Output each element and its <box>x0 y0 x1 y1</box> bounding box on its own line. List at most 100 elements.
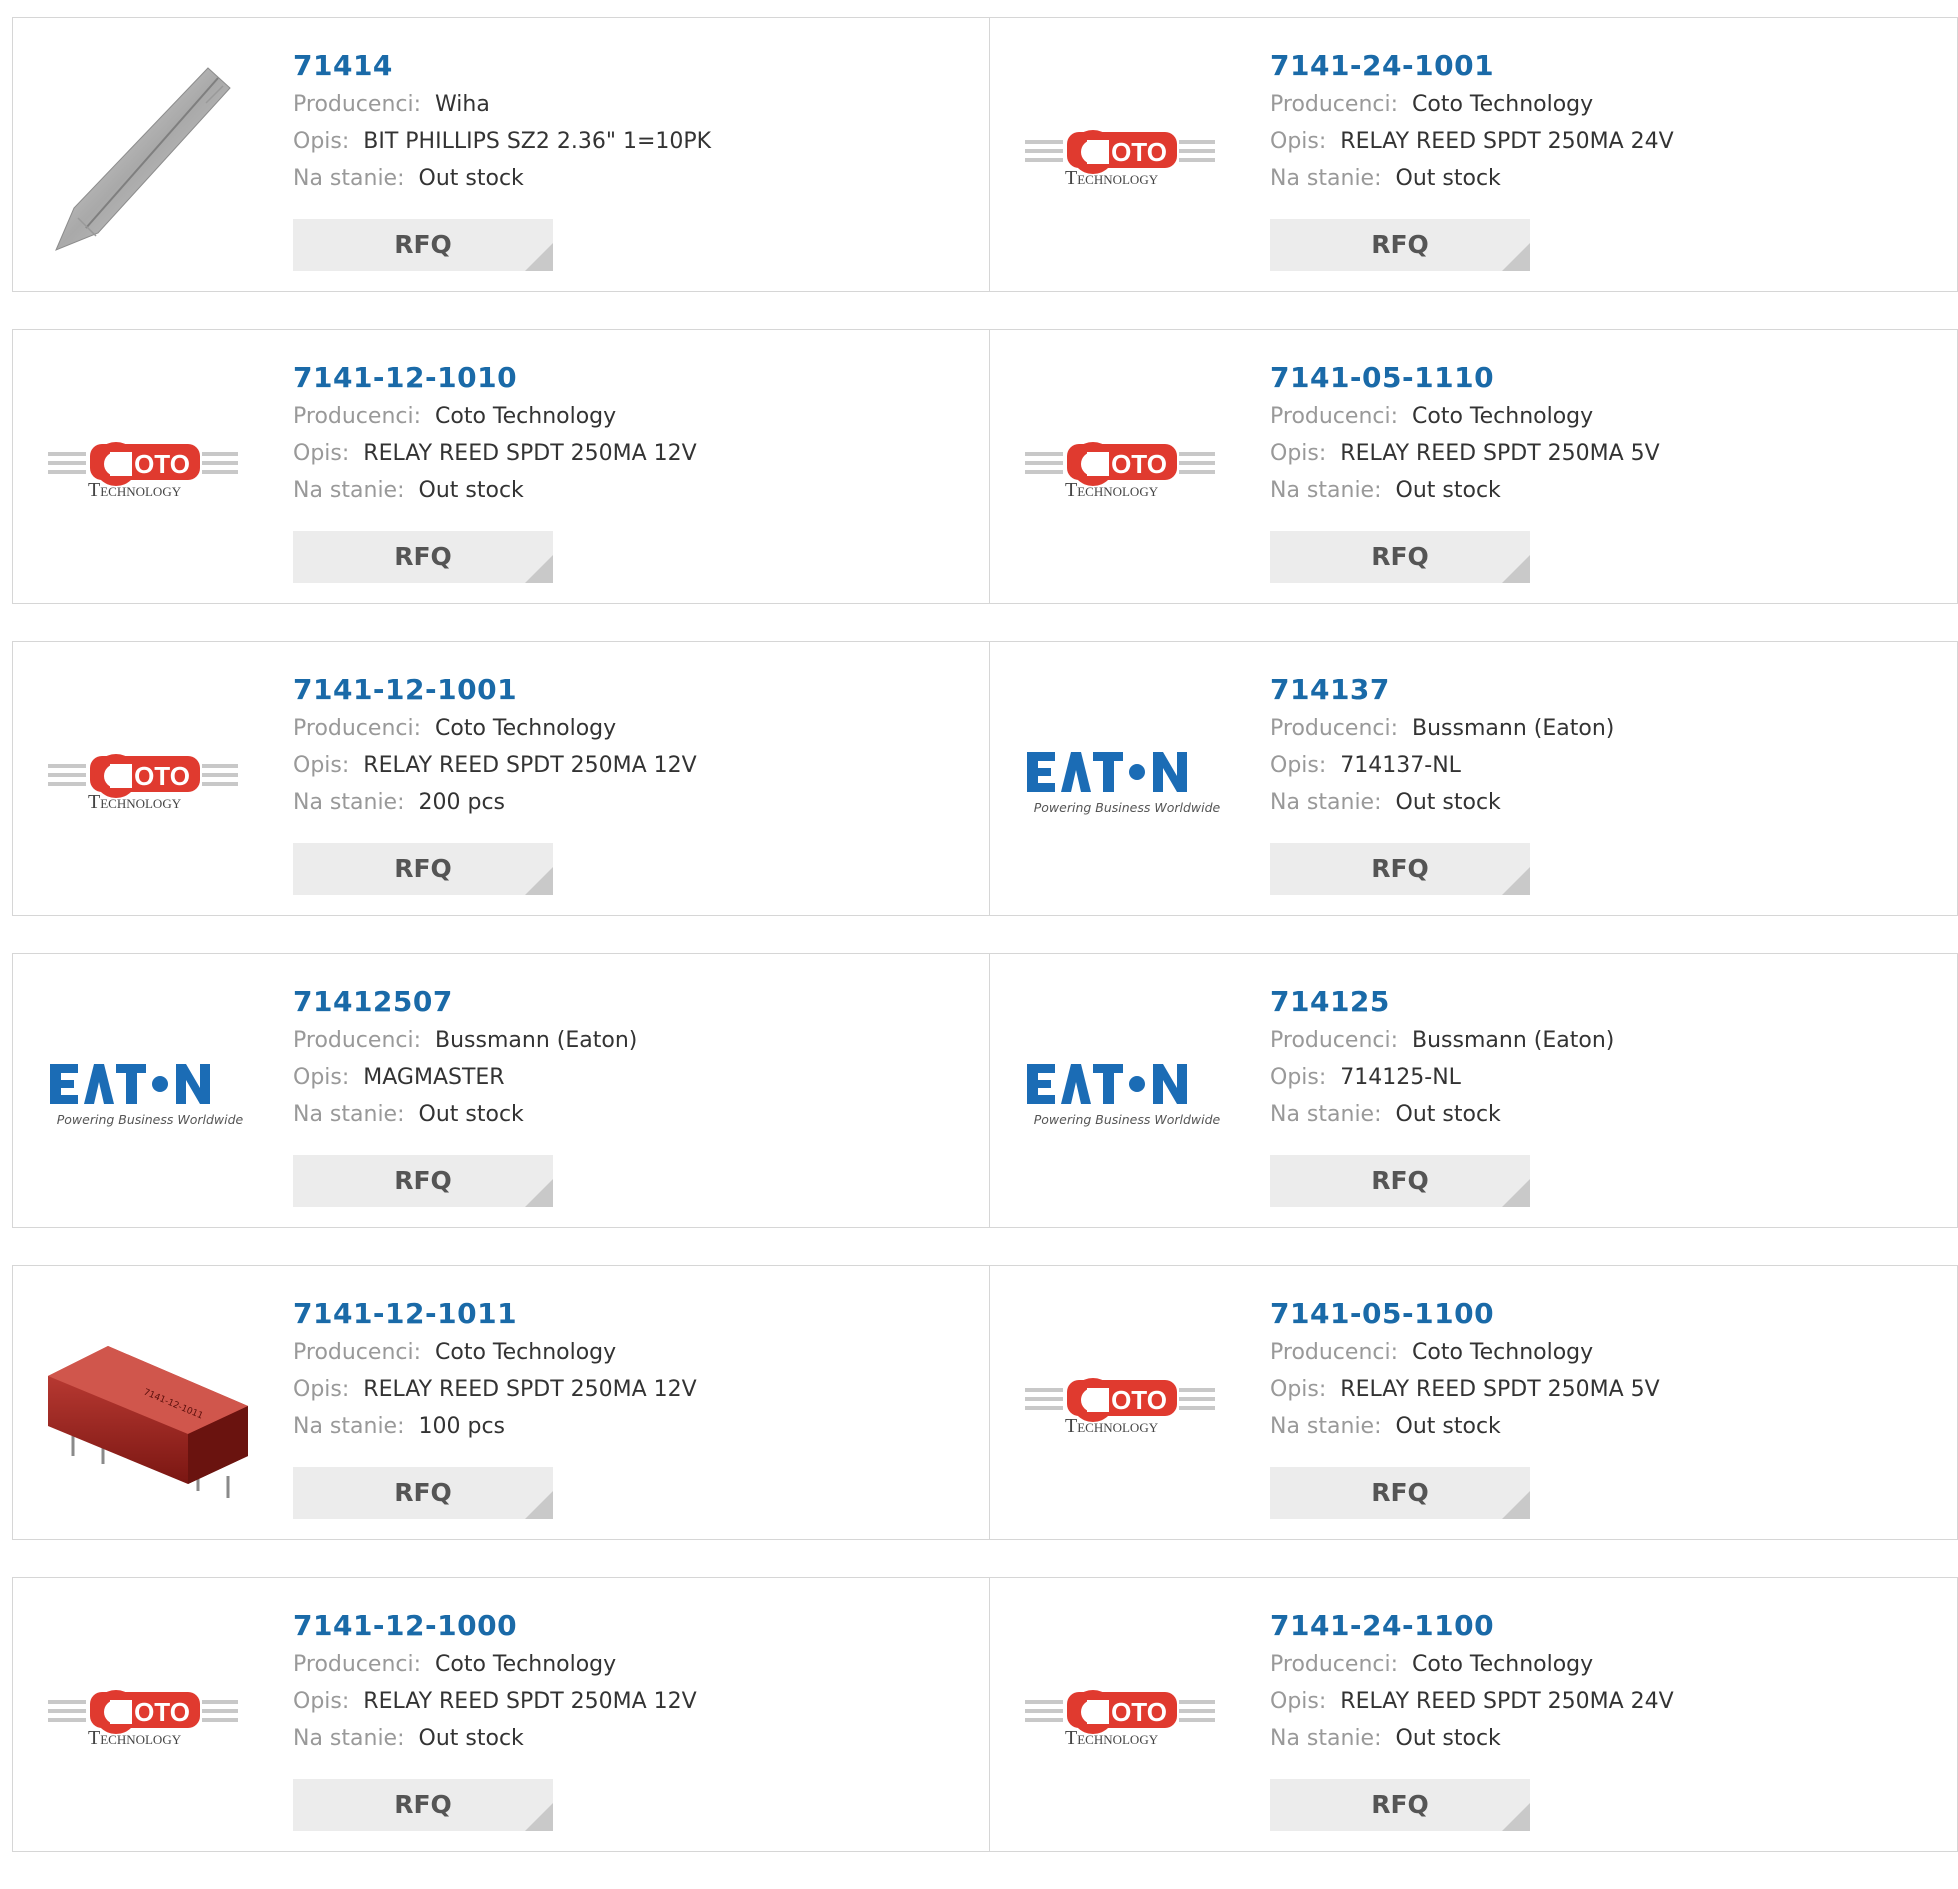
rfq-button[interactable]: RFQ <box>293 531 553 583</box>
product-info: 7141-12-1001 Producenci: Coto Technology … <box>293 670 969 821</box>
product-card: Powering Business Worldwide 714137 Produ… <box>990 641 1958 916</box>
product-row: OTO TECHNOLOGY 7141-12-1000 Producenci: Co… <box>12 1577 1958 1852</box>
coto-logo-sub: TECHNOLOGY <box>1065 167 1159 189</box>
description-label: Opis: <box>293 129 350 154</box>
manufacturer-label: Producenci: <box>1270 1652 1399 1677</box>
rfq-button[interactable]: RFQ <box>293 219 553 271</box>
product-image[interactable]: OTO TECHNOLOGY <box>48 370 248 570</box>
stock-value: Out stock <box>418 166 524 191</box>
product-image[interactable]: OTO TECHNOLOGY <box>1025 1306 1225 1506</box>
part-number-link[interactable]: 71414 <box>293 46 969 86</box>
stock-row: Na stanie: Out stock <box>1270 160 1937 197</box>
stock-row: Na stanie: Out stock <box>1270 1720 1937 1757</box>
part-number-link[interactable]: 7141-12-1000 <box>293 1606 969 1646</box>
product-image[interactable]: Powering Business Worldwide <box>48 994 248 1194</box>
part-number-link[interactable]: 7141-12-1001 <box>293 670 969 710</box>
manufacturer-label: Producenci: <box>1270 716 1399 741</box>
part-number-link[interactable]: 71412507 <box>293 982 969 1022</box>
description-label: Opis: <box>293 1065 350 1090</box>
product-image[interactable]: 7141-12-1011 <box>48 1306 248 1506</box>
description-value: RELAY REED SPDT 250MA 12V <box>363 753 697 778</box>
description-row: Opis: RELAY REED SPDT 250MA 24V <box>1270 1683 1937 1720</box>
description-value: RELAY REED SPDT 250MA 12V <box>363 1377 697 1402</box>
product-info: 71412507 Producenci: Bussmann (Eaton) Opi… <box>293 982 969 1133</box>
manufacturer-row: Producenci: Wiha <box>293 86 969 123</box>
rfq-button[interactable]: RFQ <box>293 1467 553 1519</box>
stock-row: Na stanie: 200 pcs <box>293 784 969 821</box>
rfq-button[interactable]: RFQ <box>1270 1467 1530 1519</box>
product-image[interactable]: Powering Business Worldwide <box>1025 994 1225 1194</box>
product-info: 7141-24-1001 Producenci: Coto Technology … <box>1270 46 1937 197</box>
rfq-button[interactable]: RFQ <box>293 843 553 895</box>
part-number-link[interactable]: 7141-24-1100 <box>1270 1606 1937 1646</box>
manufacturer-label: Producenci: <box>293 404 422 429</box>
coto-logo-word: OTO <box>1111 1385 1167 1415</box>
stock-row: Na stanie: Out stock <box>293 160 969 197</box>
product-info: 7141-12-1011 Producenci: Coto Technology … <box>293 1294 969 1445</box>
part-number-link[interactable]: 7141-05-1100 <box>1270 1294 1937 1334</box>
stock-label: Na stanie: <box>1270 1102 1382 1127</box>
product-image[interactable]: OTO TECHNOLOGY <box>48 1618 248 1818</box>
rfq-button[interactable]: RFQ <box>293 1155 553 1207</box>
description-row: Opis: RELAY REED SPDT 250MA 24V <box>1270 123 1937 160</box>
manufacturer-row: Producenci: Coto Technology <box>293 1334 969 1371</box>
rfq-corner-decoration <box>525 867 553 895</box>
coto-logo-sub: TECHNOLOGY <box>88 479 182 501</box>
stock-label: Na stanie: <box>293 1102 405 1127</box>
product-row: OTO TECHNOLOGY 7141-12-1001 Producenci: Co… <box>12 641 1958 916</box>
rfq-button[interactable]: RFQ <box>1270 1779 1530 1831</box>
rfq-label: RFQ <box>394 1166 452 1195</box>
description-row: Opis: 714137-NL <box>1270 747 1937 784</box>
stock-value: Out stock <box>418 1102 524 1127</box>
screwdriver-bit-icon <box>55 67 231 251</box>
coto-logo-sub: TECHNOLOGY <box>88 1727 182 1749</box>
product-image[interactable] <box>48 58 248 258</box>
product-image[interactable]: Powering Business Worldwide <box>1025 682 1225 882</box>
part-number-link[interactable]: 7141-12-1011 <box>293 1294 969 1334</box>
rfq-label: RFQ <box>394 854 452 883</box>
rfq-corner-decoration <box>1502 1491 1530 1519</box>
manufacturer-value: Coto Technology <box>1412 1652 1594 1677</box>
product-image[interactable]: OTO TECHNOLOGY <box>1025 370 1225 570</box>
rfq-label: RFQ <box>1371 854 1429 883</box>
stock-row: Na stanie: Out stock <box>1270 784 1937 821</box>
coto-logo-word: OTO <box>134 761 190 791</box>
coto-logo-sub: TECHNOLOGY <box>1065 479 1159 501</box>
description-row: Opis: RELAY REED SPDT 250MA 12V <box>293 1371 969 1408</box>
manufacturer-value: Coto Technology <box>1412 92 1594 117</box>
description-value: RELAY REED SPDT 250MA 12V <box>363 441 697 466</box>
manufacturer-row: Producenci: Coto Technology <box>1270 1646 1937 1683</box>
stock-row: Na stanie: Out stock <box>293 1096 969 1133</box>
product-info: 71414 Producenci: Wiha Opis: BIT PHILLIPS … <box>293 46 969 197</box>
coto-logo-word: OTO <box>1111 449 1167 479</box>
rfq-button[interactable]: RFQ <box>1270 531 1530 583</box>
coto-logo-icon: OTOTECHNOLOGY <box>48 754 238 813</box>
manufacturer-value: Bussmann (Eaton) <box>435 1028 638 1053</box>
product-image[interactable]: OTO TECHNOLOGY <box>48 682 248 882</box>
product-card: OTO TECHNOLOGY 7141-24-1100 Producenci: Co… <box>990 1577 1958 1852</box>
part-number-link[interactable]: 714125 <box>1270 982 1937 1022</box>
rfq-button[interactable]: RFQ <box>293 1779 553 1831</box>
description-value: MAGMASTER <box>363 1065 505 1090</box>
description-label: Opis: <box>1270 441 1327 466</box>
part-number-link[interactable]: 7141-24-1001 <box>1270 46 1937 86</box>
rfq-button[interactable]: RFQ <box>1270 1155 1530 1207</box>
coto-logo-icon: OTOTECHNOLOGY <box>1025 1690 1215 1749</box>
product-info: 7141-12-1000 Producenci: Coto Technology … <box>293 1606 969 1757</box>
stock-value: Out stock <box>1395 790 1501 815</box>
part-number-link[interactable]: 7141-05-1110 <box>1270 358 1937 398</box>
product-image[interactable]: OTO TECHNOLOGY <box>1025 1618 1225 1818</box>
part-number-link[interactable]: 714137 <box>1270 670 1937 710</box>
part-number-link[interactable]: 7141-12-1010 <box>293 358 969 398</box>
rfq-button[interactable]: RFQ <box>1270 843 1530 895</box>
coto-logo-icon: OTOTECHNOLOGY <box>1025 1378 1215 1437</box>
product-card: OTO TECHNOLOGY 7141-12-1001 Producenci: Co… <box>12 641 990 916</box>
rfq-label: RFQ <box>1371 542 1429 571</box>
rfq-label: RFQ <box>394 230 452 259</box>
rfq-button[interactable]: RFQ <box>1270 219 1530 271</box>
product-image[interactable]: OTO TECHNOLOGY <box>1025 58 1225 258</box>
coto-logo-word: OTO <box>134 449 190 479</box>
manufacturer-value: Wiha <box>435 92 490 117</box>
eaton-logo-tagline: Powering Business Worldwide <box>1034 1112 1221 1127</box>
rfq-label: RFQ <box>1371 230 1429 259</box>
